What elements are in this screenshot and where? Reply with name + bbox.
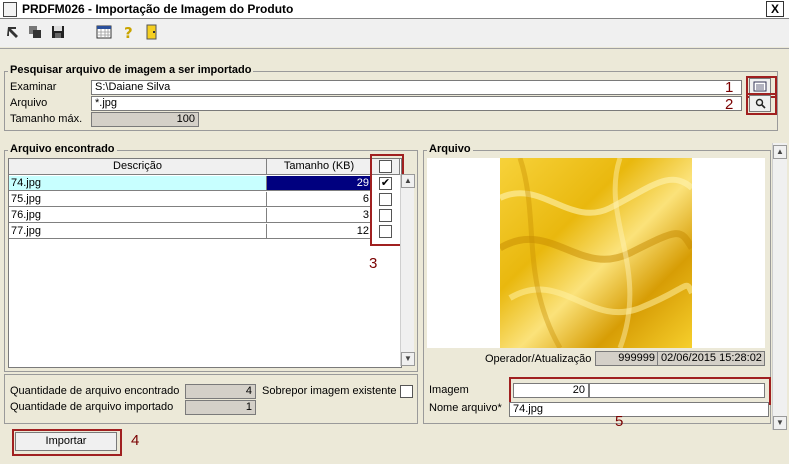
help-icon[interactable]: ? bbox=[120, 24, 136, 40]
search-icon bbox=[755, 98, 766, 109]
sobrepor-label: Sobrepor imagem existente bbox=[262, 385, 397, 397]
toolbar: ? bbox=[0, 19, 789, 47]
qtd-encontrado-label: Quantidade de arquivo encontrado bbox=[10, 385, 180, 397]
cell-descricao[interactable]: 74.jpg bbox=[9, 176, 267, 191]
tamanho-max-label: Tamanho máx. bbox=[10, 113, 83, 125]
imagem-number-field[interactable]: 20 bbox=[513, 383, 589, 398]
search-button[interactable] bbox=[749, 95, 771, 112]
scroll-up-button[interactable]: ▲ bbox=[401, 174, 415, 188]
imagem-description-field[interactable] bbox=[589, 383, 765, 398]
calendar-icon[interactable] bbox=[96, 24, 112, 40]
arquivo-group-title: Arquivo bbox=[427, 143, 473, 155]
nome-arquivo-label: Nome arquivo* bbox=[429, 402, 502, 414]
toolbar-separator bbox=[0, 48, 789, 49]
col-tamanho-header[interactable]: Tamanho (KB) bbox=[267, 159, 372, 175]
window-scroll-up[interactable]: ▲ bbox=[773, 145, 787, 159]
cell-tamanho[interactable]: 29 bbox=[267, 176, 372, 191]
importar-button[interactable]: Importar bbox=[15, 432, 117, 451]
sobrepor-checkbox[interactable] bbox=[400, 385, 413, 398]
annotation-5: 5 bbox=[615, 413, 624, 430]
scroll-down-button[interactable]: ▼ bbox=[401, 352, 415, 366]
svg-text:?: ? bbox=[124, 24, 133, 40]
tamanho-max-field: 100 bbox=[91, 112, 199, 127]
operador-field: 999999 bbox=[595, 351, 659, 366]
arquivo-field[interactable]: *.jpg bbox=[91, 96, 742, 111]
cell-descricao[interactable]: 75.jpg bbox=[9, 192, 267, 207]
arrow-icon[interactable] bbox=[5, 24, 21, 40]
search-group-title: Pesquisar arquivo de imagem a ser import… bbox=[8, 64, 254, 76]
product-image-silk bbox=[500, 158, 692, 348]
cell-descricao[interactable]: 77.jpg bbox=[9, 224, 267, 239]
window-title: PRDFM026 - Importação de Imagem do Produ… bbox=[22, 2, 294, 16]
annotation-1: 1 bbox=[725, 79, 734, 96]
nome-arquivo-field[interactable]: 74.jpg bbox=[509, 402, 769, 417]
summary-group bbox=[4, 374, 418, 424]
copy-icon[interactable] bbox=[27, 24, 43, 40]
checkbox-column-highlight bbox=[370, 154, 404, 246]
arquivo-label: Arquivo bbox=[10, 97, 48, 109]
data-atualizacao-field: 02/06/2015 15:28:02 bbox=[657, 351, 765, 366]
qtd-importado-label: Quantidade de arquivo importado bbox=[10, 401, 174, 413]
annotation-2: 2 bbox=[725, 96, 734, 113]
imagem-label: Imagem bbox=[429, 384, 469, 396]
col-descricao-header[interactable]: Descrição bbox=[9, 159, 267, 175]
files-scrollbar[interactable]: ▲ ▼ bbox=[400, 174, 415, 366]
app-icon bbox=[3, 2, 17, 17]
window-scroll-down[interactable]: ▼ bbox=[773, 416, 787, 430]
close-button[interactable]: X bbox=[766, 1, 784, 17]
window-scrollbar[interactable]: ▲ ▼ bbox=[772, 143, 787, 430]
examinar-label: Examinar bbox=[10, 81, 57, 93]
annotation-4: 4 bbox=[131, 432, 140, 449]
qtd-importado-field: 1 bbox=[185, 400, 256, 415]
cell-tamanho[interactable]: 3 bbox=[267, 208, 372, 223]
qtd-encontrado-field: 4 bbox=[185, 384, 256, 399]
cell-tamanho[interactable]: 12 bbox=[267, 224, 372, 239]
exit-door-icon[interactable] bbox=[144, 24, 160, 40]
cell-tamanho[interactable]: 6 bbox=[267, 192, 372, 207]
save-icon[interactable] bbox=[50, 24, 66, 40]
annotation-3: 3 bbox=[369, 255, 378, 272]
found-group-title: Arquivo encontrado bbox=[8, 143, 117, 155]
folder-list-icon bbox=[753, 81, 767, 92]
examinar-field[interactable]: S:\Daiane Silva bbox=[91, 80, 742, 95]
operador-label: Operador/Atualização bbox=[485, 353, 592, 365]
cell-descricao[interactable]: 76.jpg bbox=[9, 208, 267, 223]
title-bar: PRDFM026 - Importação de Imagem do Produ… bbox=[0, 0, 789, 19]
